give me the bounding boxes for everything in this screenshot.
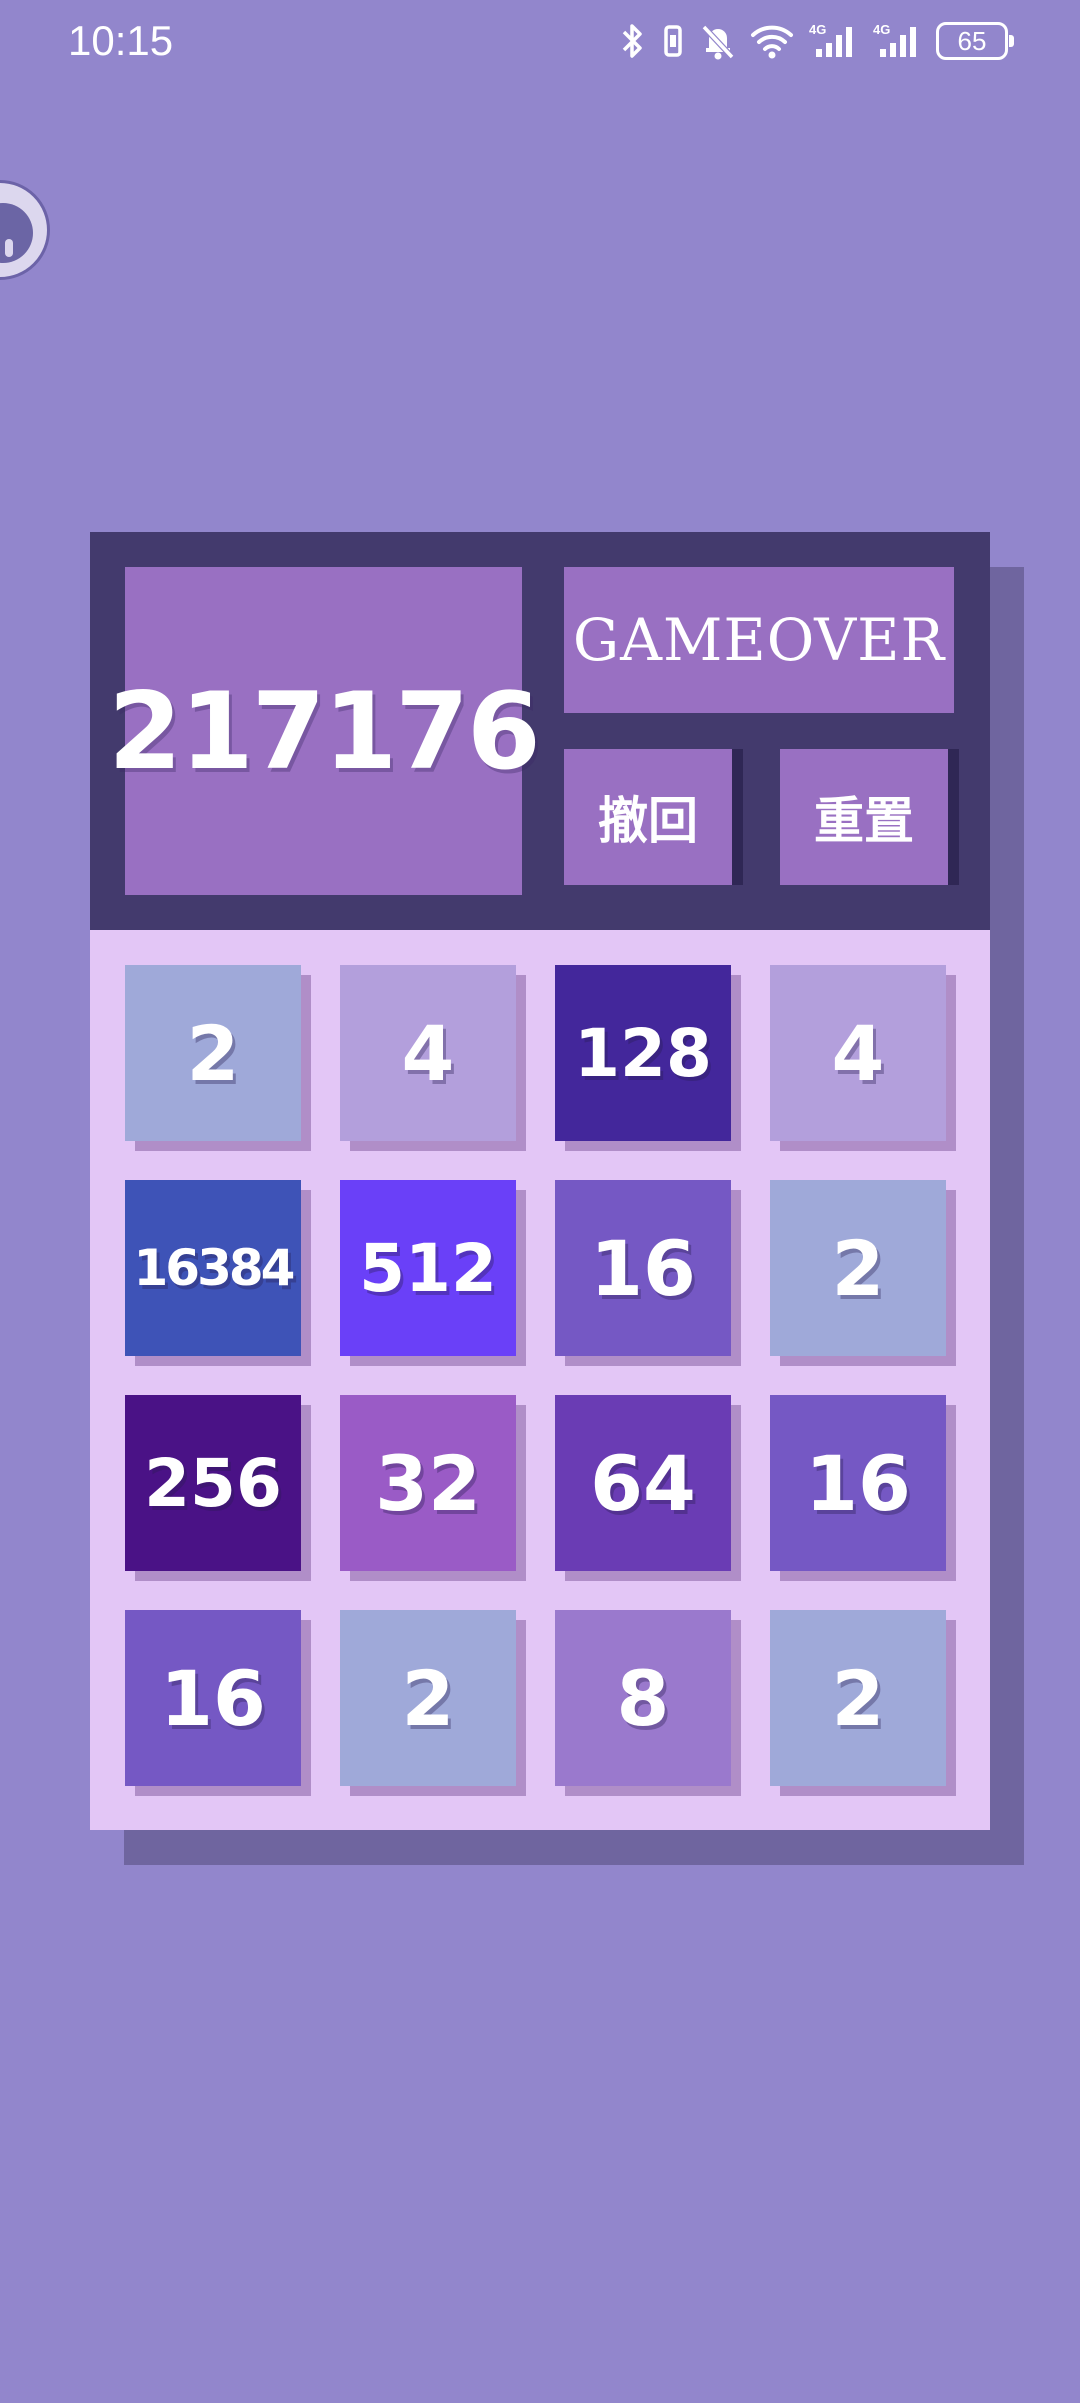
- svg-text:4G: 4G: [809, 22, 826, 37]
- signal-4g-icon: 4G: [808, 21, 858, 61]
- tile: 16: [770, 1395, 946, 1571]
- game-container: 217176 GAMEOVER 撤回 重置 2 4 128 4 16384 512 16 2 2…: [90, 532, 990, 1830]
- tile: 16: [555, 1180, 731, 1356]
- battery-icon: 65: [936, 22, 1014, 60]
- pause-icon: [0, 203, 33, 263]
- status-time: 10:15: [68, 17, 174, 64]
- tile: 16: [125, 1610, 301, 1786]
- tile: 32: [340, 1395, 516, 1571]
- tile: 2: [125, 965, 301, 1141]
- tile: 128: [555, 965, 731, 1141]
- svg-text:4G: 4G: [873, 22, 890, 37]
- tile: 2: [770, 1180, 946, 1356]
- wifi-icon: [750, 21, 794, 61]
- vibrate-icon: [660, 21, 686, 61]
- signal-4g-icon: 4G: [872, 21, 922, 61]
- undo-button[interactable]: 撤回: [564, 749, 732, 885]
- tile: 8: [555, 1610, 731, 1786]
- game-board[interactable]: 2 4 128 4 16384 512 16 2 256 32 64 16 16 2 8 2: [90, 930, 990, 1830]
- tile: 4: [770, 965, 946, 1141]
- tile: 2: [340, 1610, 516, 1786]
- status-icons: 4G 4G 65: [620, 18, 1014, 64]
- status-bar: 10:15 4G 4G 65: [0, 0, 1080, 84]
- bluetooth-icon: [620, 21, 646, 61]
- tile: 64: [555, 1395, 731, 1571]
- floating-assistant-button[interactable]: [0, 180, 50, 280]
- tile: 16384: [125, 1180, 301, 1356]
- tile: 4: [340, 965, 516, 1141]
- game-status: GAMEOVER: [564, 567, 954, 713]
- tile: 512: [340, 1180, 516, 1356]
- reset-button[interactable]: 重置: [780, 749, 948, 885]
- game-header: 217176 GAMEOVER 撤回 重置: [90, 532, 990, 930]
- tile: 2: [770, 1610, 946, 1786]
- tile: 256: [125, 1395, 301, 1571]
- score-display: 217176: [108, 567, 541, 895]
- bell-off-icon: [700, 21, 736, 61]
